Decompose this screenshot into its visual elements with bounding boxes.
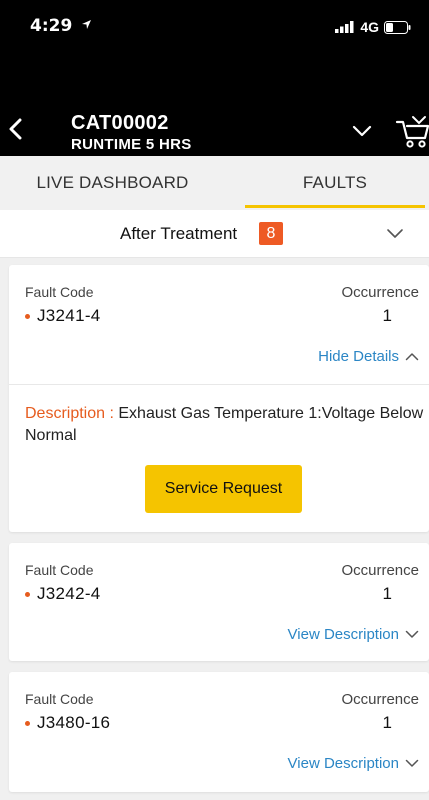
description-label: Description : [25,405,114,422]
fault-count-badge: 8 [259,222,283,245]
occurrence-value: 1 [382,713,392,732]
fault-code-value: J3480-16 [37,713,111,732]
chevron-left-icon [9,118,22,140]
fault-code-label: Fault Code [25,284,94,300]
fault-code-row: J3480-16 [25,713,110,733]
status-indicators: 4G [335,19,411,35]
chevron-down-icon [405,759,419,767]
tab-live-dashboard[interactable]: LIVE DASHBOARD [0,156,225,210]
severity-dot [25,720,30,726]
view-description-link[interactable]: View Description [288,626,419,643]
location-arrow-icon [82,20,92,29]
tab-bar: LIVE DASHBOARD FAULTS [0,156,429,210]
occurrence-value: 1 [382,306,392,325]
fault-code-label: Fault Code [25,562,94,578]
filter-label: After Treatment [120,224,238,243]
fault-code-row: J3242-4 [25,584,101,604]
signal-icon [335,21,354,33]
fault-card: Fault Code Occurrence J3480-16 1 View De… [9,672,429,792]
active-tab-indicator [245,205,425,208]
severity-dot [25,591,30,597]
asset-dropdown-button[interactable] [350,122,374,140]
status-time: 4:29 [30,16,92,36]
status-time-text: 4:29 [30,16,73,36]
asset-title: CAT00002 [71,112,169,134]
occurrence-label: Occurrence [341,691,419,708]
cart-button[interactable] [395,114,429,150]
chevron-down-icon [405,630,419,638]
service-request-button[interactable]: Service Request [145,465,302,513]
status-bar: 4:29 4G [0,0,429,56]
fault-card: Fault Code Occurrence J3242-4 1 View Des… [9,543,429,661]
back-button[interactable] [2,114,28,144]
fault-code-value: J3241-4 [37,306,101,325]
view-description-label: View Description [287,626,399,643]
chevron-up-icon [405,353,419,361]
network-type: 4G [360,19,379,35]
category-filter[interactable]: After Treatment 8 [0,210,429,258]
fault-code-value: J3242-4 [37,584,101,603]
fault-code-label: Fault Code [25,691,94,707]
fault-card: Fault Code Occurrence J3241-4 1 Hide Det… [9,265,429,532]
occurrence-label: Occurrence [341,284,419,301]
chevron-down-icon [387,229,403,238]
view-description-link[interactable]: View Description [288,755,419,772]
severity-dot [25,313,30,319]
occurrence-value: 1 [382,584,392,603]
chevron-down-icon [352,125,372,137]
fault-description: Description : Exhaust Gas Temperature 1:… [25,403,425,447]
fault-code-row: J3241-4 [25,306,101,326]
tab-faults[interactable]: FAULTS [245,156,425,210]
asset-runtime: RUNTIME 5 HRS [71,136,192,153]
view-description-label: View Description [287,755,399,772]
occurrence-label: Occurrence [341,562,419,579]
hide-details-link[interactable]: Hide Details [318,348,419,365]
app-header: CAT00002 RUNTIME 5 HRS [0,56,429,156]
hide-details-label: Hide Details [318,348,399,365]
cart-icon [395,116,429,148]
battery-icon [384,20,411,34]
card-divider [9,384,429,385]
